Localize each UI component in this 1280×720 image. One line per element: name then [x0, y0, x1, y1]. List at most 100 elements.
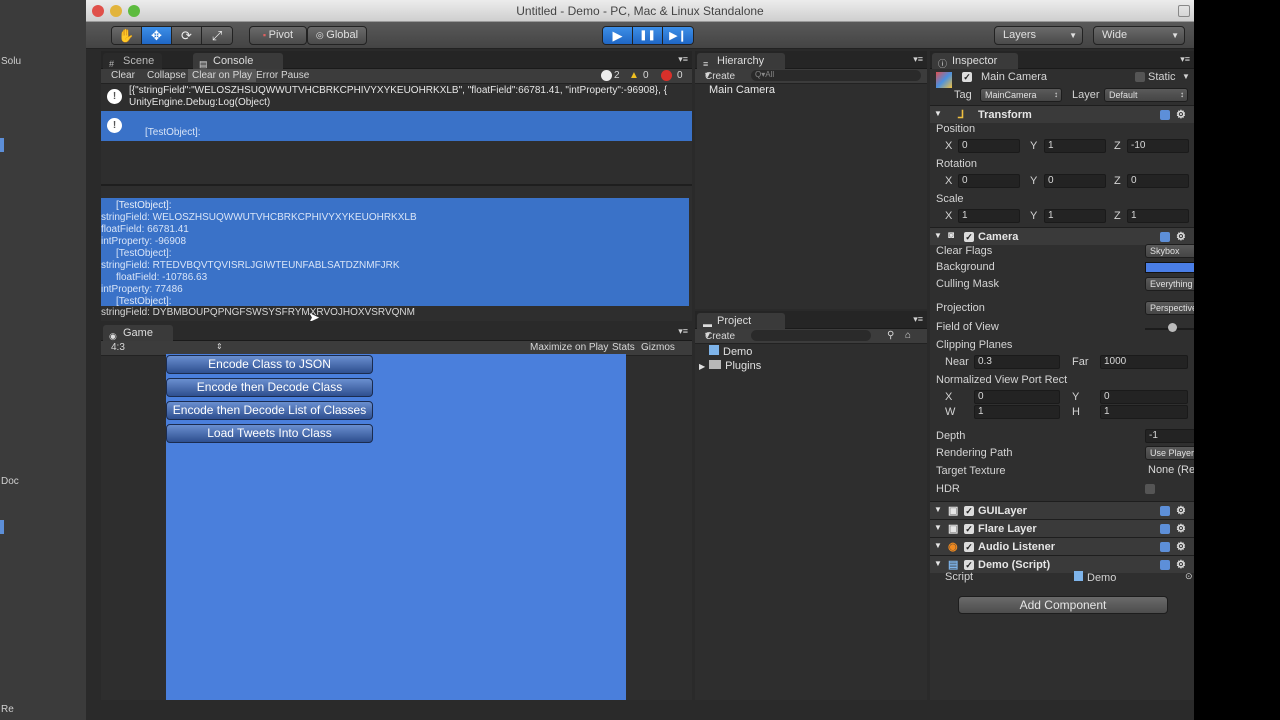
- guilayer-checkbox[interactable]: ✓: [964, 506, 974, 516]
- flare-layer-checkbox[interactable]: ✓: [964, 524, 974, 534]
- viewport-h-field[interactable]: 1: [1100, 405, 1188, 419]
- panel-menu-icon[interactable]: ▾≡: [678, 326, 688, 337]
- pause-icon[interactable]: ❚❚: [633, 27, 663, 44]
- projection-dropdown[interactable]: Perspective: [1145, 301, 1194, 315]
- warning-count-icon[interactable]: ▲: [629, 70, 639, 81]
- tab-project[interactable]: ▬ Project: [697, 313, 785, 329]
- culling-mask-dropdown[interactable]: Everything: [1145, 277, 1194, 291]
- position-x-field[interactable]: 0: [958, 139, 1020, 153]
- pivot-toggle[interactable]: ▪ Pivot: [249, 26, 307, 45]
- active-checkbox[interactable]: ✓: [962, 72, 972, 82]
- audio-listener-header[interactable]: ▼ ◉ ✓ Audio Listener ⚙: [930, 537, 1194, 555]
- help-book-icon[interactable]: [1160, 110, 1170, 120]
- object-name-field[interactable]: Main Camera: [978, 71, 1126, 85]
- flare-layer-header[interactable]: ▼ ▣ ✓ Flare Layer ⚙: [930, 519, 1194, 537]
- hierarchy-search-input[interactable]: Q▾All: [751, 70, 921, 81]
- help-book-icon[interactable]: [1160, 560, 1170, 570]
- log-entry[interactable]: ! [{"stringField":"WELOSZHSUQWWUTVHCBRKC…: [101, 84, 692, 109]
- close-window-button[interactable]: [92, 5, 104, 17]
- background-color-swatch[interactable]: [1145, 262, 1194, 273]
- panel-menu-icon[interactable]: ▾≡: [678, 54, 688, 65]
- camera-header[interactable]: ▼ ◙ ✓ Camera ⚙: [930, 227, 1194, 245]
- tab-scene[interactable]: # Scene: [103, 53, 163, 69]
- create-dropdown[interactable]: Create ▾: [705, 70, 735, 82]
- maximize-on-play-toggle[interactable]: Maximize on Play: [530, 342, 608, 353]
- camera-enabled-checkbox[interactable]: ✓: [964, 232, 974, 242]
- console-splitter[interactable]: [101, 184, 692, 186]
- panel-menu-icon[interactable]: ▾≡: [913, 54, 923, 65]
- clear-flags-dropdown[interactable]: Skybox: [1145, 244, 1194, 258]
- tab-console[interactable]: ▤ Console: [193, 53, 283, 69]
- encode-decode-list-button[interactable]: Encode then Decode List of Classes: [166, 401, 373, 420]
- scale-tool-icon[interactable]: ⤢: [202, 27, 232, 44]
- create-dropdown[interactable]: Create ▾: [705, 330, 735, 342]
- rotation-z-field[interactable]: 0: [1127, 174, 1189, 188]
- scale-z-field[interactable]: 1: [1127, 209, 1189, 223]
- near-field[interactable]: 0.3: [974, 355, 1060, 369]
- gear-icon[interactable]: ⚙: [1176, 522, 1186, 535]
- gizmos-dropdown[interactable]: Gizmos: [641, 342, 675, 353]
- project-search-input[interactable]: [751, 330, 871, 341]
- help-book-icon[interactable]: [1160, 542, 1170, 552]
- layer-dropdown[interactable]: Default: [1104, 88, 1188, 102]
- transform-header[interactable]: ▼ ⅃ Transform ⚙: [930, 105, 1194, 123]
- far-field[interactable]: 1000: [1100, 355, 1188, 369]
- depth-field[interactable]: -1: [1145, 429, 1194, 443]
- audio-listener-checkbox[interactable]: ✓: [964, 542, 974, 552]
- hdr-checkbox[interactable]: [1145, 484, 1155, 494]
- lock-menu-icon[interactable]: ▾≡: [913, 314, 923, 325]
- gear-icon[interactable]: ⚙: [1176, 504, 1186, 517]
- help-book-icon[interactable]: [1160, 524, 1170, 534]
- global-toggle[interactable]: ◎ Global: [307, 26, 367, 45]
- filter-label-icon[interactable]: ⌂: [905, 330, 911, 341]
- step-icon[interactable]: ▶❙: [663, 27, 693, 44]
- tag-dropdown[interactable]: MainCamera: [980, 88, 1062, 102]
- encode-class-button[interactable]: Encode Class to JSON: [166, 355, 373, 374]
- tab-hierarchy[interactable]: ≡ Hierarchy: [697, 53, 785, 69]
- gear-icon[interactable]: ⚙: [1176, 108, 1186, 121]
- viewport-y-field[interactable]: 0: [1100, 390, 1188, 404]
- aspect-dropdown[interactable]: 4:3: [111, 342, 125, 353]
- help-book-icon[interactable]: [1160, 232, 1170, 242]
- clear-button[interactable]: Clear: [111, 70, 135, 81]
- tab-inspector[interactable]: ⓘ Inspector: [932, 53, 1018, 69]
- help-book-icon[interactable]: [1160, 506, 1170, 516]
- log-entry-selected[interactable]: ! [TestObject]:: [101, 111, 692, 141]
- collapse-button[interactable]: Collapse: [147, 70, 186, 81]
- filter-type-icon[interactable]: ⚲: [887, 330, 894, 341]
- encode-decode-class-button[interactable]: Encode then Decode Class: [166, 378, 373, 397]
- stats-toggle[interactable]: Stats: [612, 342, 635, 353]
- position-z-field[interactable]: -10: [1127, 139, 1189, 153]
- error-pause-toggle[interactable]: Error Pause: [256, 70, 309, 81]
- gear-icon[interactable]: ⚙: [1176, 230, 1186, 243]
- static-checkbox[interactable]: [1135, 72, 1145, 82]
- minimize-window-button[interactable]: [110, 5, 122, 17]
- zoom-window-button[interactable]: [128, 5, 140, 17]
- move-tool-icon[interactable]: ✥: [142, 27, 172, 44]
- info-count-icon[interactable]: [601, 70, 612, 81]
- game-view[interactable]: Encode Class to JSON Encode then Decode …: [166, 354, 626, 700]
- viewport-w-field[interactable]: 1: [974, 405, 1060, 419]
- play-icon[interactable]: ▶: [603, 27, 633, 44]
- object-picker-icon[interactable]: ⊙: [1185, 571, 1193, 582]
- rotation-x-field[interactable]: 0: [958, 174, 1020, 188]
- hand-tool-icon[interactable]: ✋: [112, 27, 142, 44]
- clear-on-play-toggle[interactable]: Clear on Play: [188, 69, 257, 82]
- fov-slider-thumb[interactable]: [1168, 323, 1177, 332]
- fullscreen-icon[interactable]: [1178, 5, 1190, 17]
- add-component-button[interactable]: Add Component: [958, 596, 1168, 614]
- load-tweets-button[interactable]: Load Tweets Into Class: [166, 424, 373, 443]
- rotate-tool-icon[interactable]: ⟳: [172, 27, 202, 44]
- demo-script-checkbox[interactable]: ✓: [964, 560, 974, 570]
- script-field[interactable]: Demo: [1074, 571, 1180, 584]
- position-y-field[interactable]: 1: [1044, 139, 1106, 153]
- layers-dropdown[interactable]: Layers ▼: [994, 26, 1083, 45]
- target-texture-field[interactable]: None (Render Texture): [1145, 464, 1194, 478]
- rendering-path-dropdown[interactable]: Use Player Settings: [1145, 446, 1194, 460]
- tab-game[interactable]: ◉ Game: [103, 325, 173, 341]
- hierarchy-item-main-camera[interactable]: Main Camera: [709, 84, 775, 96]
- layout-dropdown[interactable]: Wide ▼: [1093, 26, 1185, 45]
- gear-icon[interactable]: ⚙: [1176, 558, 1186, 571]
- project-item-plugins[interactable]: ▶ Plugins: [699, 360, 761, 372]
- scale-x-field[interactable]: 1: [958, 209, 1020, 223]
